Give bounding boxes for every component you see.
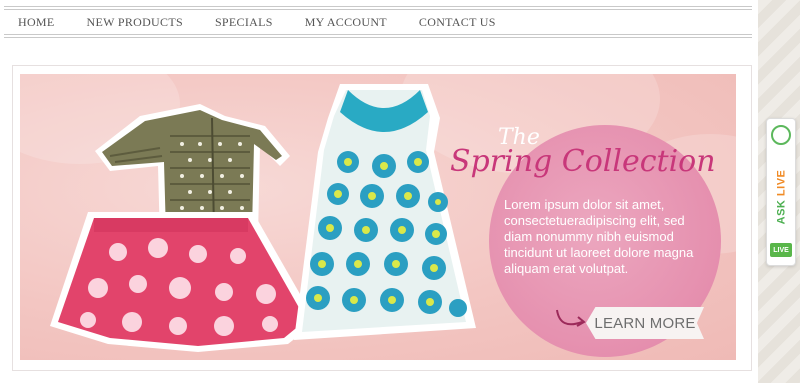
nav-new-products-link[interactable]: NEW PRODUCTS (87, 15, 183, 30)
learn-more-button[interactable]: LEARN MORE (586, 307, 704, 339)
ask-word: ASK (775, 196, 788, 225)
curved-arrow-icon (556, 309, 586, 327)
ask-live-label: ASK LIVE (770, 157, 792, 237)
nav-my-account-link[interactable]: MY ACCOUNT (305, 15, 387, 30)
banner-description: Lorem ipsum dolor sit amet, consectetuer… (504, 197, 694, 276)
dress-image (294, 84, 476, 340)
headset-icon (771, 125, 791, 145)
learn-more-label: LEARN MORE (594, 314, 696, 332)
nav-specials-link[interactable]: SPECIALS (215, 15, 273, 30)
live-badge: LIVE (770, 243, 792, 257)
nav-menu: HOME NEW PRODUCTS SPECIALS MY ACCOUNT CO… (18, 15, 528, 30)
banner-title: Spring Collection (450, 144, 716, 179)
nav-divider (4, 34, 752, 35)
spring-collection-banner[interactable]: The Spring Collection Lorem ipsum dolor … (20, 74, 736, 360)
nav-home-link[interactable]: HOME (18, 15, 55, 30)
nav-divider (4, 9, 752, 10)
top-navigation: HOME NEW PRODUCTS SPECIALS MY ACCOUNT CO… (4, 4, 752, 38)
nav-divider (4, 6, 752, 7)
live-word: LIVE (775, 169, 788, 197)
live-badge-label: LIVE (773, 246, 789, 254)
nav-contact-us-link[interactable]: CONTACT US (419, 15, 496, 30)
nav-divider (4, 37, 752, 38)
ask-live-chat-button[interactable]: ASK LIVE LIVE (766, 118, 796, 266)
